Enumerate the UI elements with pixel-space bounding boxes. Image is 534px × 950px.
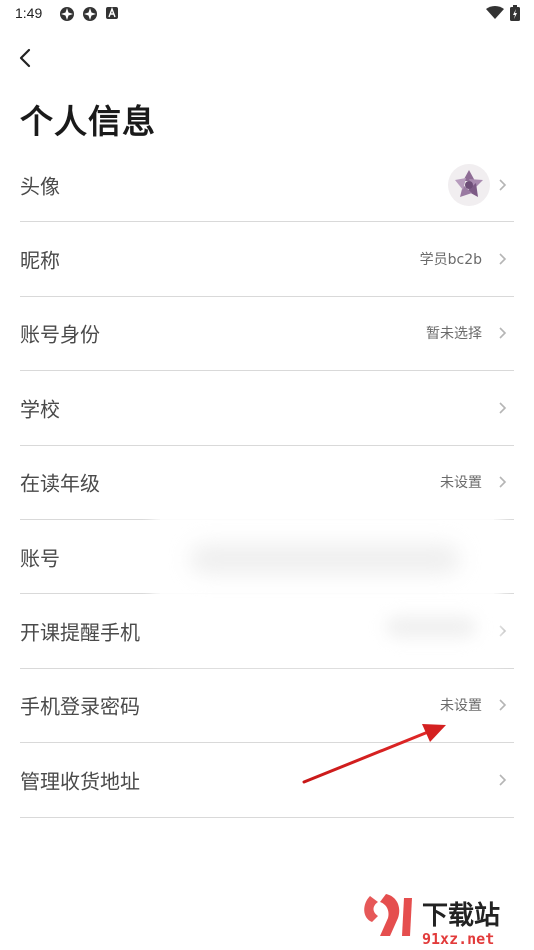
chevron-right-icon <box>499 327 507 340</box>
chevron-right-icon <box>499 476 507 488</box>
app-notification-icon <box>60 7 74 21</box>
watermark: 下载站 91xz.net <box>360 890 530 948</box>
chevron-right-icon <box>499 179 507 191</box>
row-label: 账号 <box>20 546 60 571</box>
row-label: 头像 <box>20 174 60 199</box>
school-row[interactable]: 学校 <box>20 371 514 446</box>
chevron-left-icon <box>19 48 31 68</box>
status-bar: 1:49 <box>0 0 534 28</box>
privacy-blur <box>160 518 494 654</box>
row-label: 账号身份 <box>20 322 100 347</box>
avatar-row[interactable]: 头像 <box>20 148 514 223</box>
annotation-arrow-icon <box>302 724 446 784</box>
row-label: 开课提醒手机 <box>20 620 140 645</box>
app-notification-icon <box>83 7 97 21</box>
watermark-brand: 下载站 <box>422 901 500 931</box>
system-icons <box>486 5 520 21</box>
chevron-right-icon <box>499 402 507 414</box>
row-value: 未设置 <box>440 475 482 492</box>
font-notification-icon <box>106 7 118 19</box>
row-label: 昵称 <box>20 248 60 273</box>
grade-row[interactable]: 在读年级 未设置 <box>20 446 514 520</box>
avatar <box>448 163 490 206</box>
watermark-domain: 91xz.net <box>422 930 494 948</box>
chevron-right-icon <box>499 625 507 637</box>
chevron-right-icon <box>499 253 507 265</box>
row-label: 学校 <box>20 397 60 422</box>
row-label: 手机登录密码 <box>20 694 140 719</box>
back-button[interactable] <box>14 45 36 71</box>
row-label: 在读年级 <box>20 471 100 496</box>
row-value: 未设置 <box>440 698 482 715</box>
wifi-icon <box>486 6 504 19</box>
notification-icons <box>59 6 119 22</box>
status-time: 1:49 <box>15 5 43 21</box>
row-value: 学员bc2b <box>419 252 482 269</box>
chevron-right-icon <box>499 774 507 786</box>
row-label: 管理收货地址 <box>20 769 140 794</box>
chevron-right-icon <box>499 699 507 711</box>
page-title: 个人信息 <box>20 102 156 141</box>
battery-icon <box>510 5 520 21</box>
nickname-row[interactable]: 昵称 学员bc2b <box>20 222 514 297</box>
watermark-logo-icon <box>364 894 412 936</box>
account-identity-row[interactable]: 账号身份 暂未选择 <box>20 297 514 372</box>
row-value: 暂未选择 <box>426 326 482 343</box>
